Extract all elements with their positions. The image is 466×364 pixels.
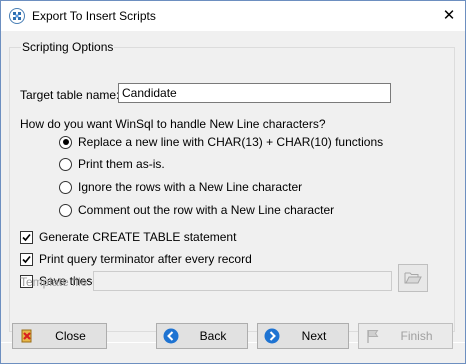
checkbox-label: Generate CREATE TABLE statement bbox=[39, 230, 237, 244]
finish-button[interactable]: Finish bbox=[358, 323, 453, 349]
radio-label: Ignore the rows with a New Line characte… bbox=[78, 180, 303, 194]
checkbox[interactable] bbox=[20, 252, 33, 266]
app-icon bbox=[9, 8, 25, 24]
radio-replace-newline[interactable]: Replace a new line with CHAR(13) + CHAR(… bbox=[59, 134, 383, 150]
dialog-body: Scripting Options Target table name: Can… bbox=[1, 31, 465, 363]
window-close-button[interactable]: ✕ bbox=[432, 2, 466, 31]
template-file-label: Template file: bbox=[20, 275, 91, 289]
folder-open-icon bbox=[404, 272, 422, 284]
finish-button-label: Finish bbox=[400, 329, 433, 343]
checkbox-label: Print query terminator after every recor… bbox=[39, 252, 252, 266]
target-table-input[interactable]: Candidate bbox=[118, 83, 391, 103]
finish-flag-icon bbox=[367, 330, 379, 343]
checkmark-icon bbox=[22, 255, 31, 263]
checkmark-icon bbox=[22, 233, 31, 241]
checkbox-generate-create-table[interactable]: Generate CREATE TABLE statement bbox=[20, 229, 236, 245]
back-button[interactable]: Back bbox=[156, 323, 248, 349]
radio-button[interactable] bbox=[59, 203, 72, 217]
close-door-icon bbox=[21, 329, 32, 343]
group-legend: Scripting Options bbox=[21, 40, 115, 54]
browse-template-button[interactable] bbox=[398, 264, 428, 292]
radio-comment-out-row[interactable]: Comment out the row with a New Line char… bbox=[59, 202, 334, 218]
close-button-label: Close bbox=[55, 329, 86, 343]
checkbox[interactable] bbox=[20, 230, 33, 244]
target-table-label: Target table name: bbox=[20, 88, 120, 102]
arrow-right-icon bbox=[264, 328, 280, 344]
radio-button[interactable] bbox=[59, 180, 72, 194]
close-button[interactable]: Close bbox=[12, 323, 107, 349]
next-button-label: Next bbox=[301, 329, 327, 343]
back-button-label: Back bbox=[199, 329, 227, 343]
radio-label: Replace a new line with CHAR(13) + CHAR(… bbox=[78, 135, 384, 149]
checkbox-print-terminator[interactable]: Print query terminator after every recor… bbox=[20, 251, 252, 267]
radio-button[interactable] bbox=[59, 135, 72, 149]
radio-label: Print them as-is. bbox=[78, 157, 165, 171]
arrow-left-icon bbox=[163, 328, 179, 344]
radio-ignore-rows[interactable]: Ignore the rows with a New Line characte… bbox=[59, 179, 302, 195]
radio-label: Comment out the row with a New Line char… bbox=[78, 203, 335, 217]
template-file-input[interactable] bbox=[93, 271, 392, 291]
window-title: Export To Insert Scripts bbox=[32, 9, 156, 23]
close-icon: ✕ bbox=[442, 7, 456, 24]
radio-print-as-is[interactable]: Print them as-is. bbox=[59, 156, 165, 172]
radio-button[interactable] bbox=[59, 157, 72, 171]
newline-question: How do you want WinSql to handle New Lin… bbox=[20, 117, 326, 131]
title-bar: Export To Insert Scripts ✕ bbox=[0, 0, 466, 31]
next-button[interactable]: Next bbox=[257, 323, 349, 349]
